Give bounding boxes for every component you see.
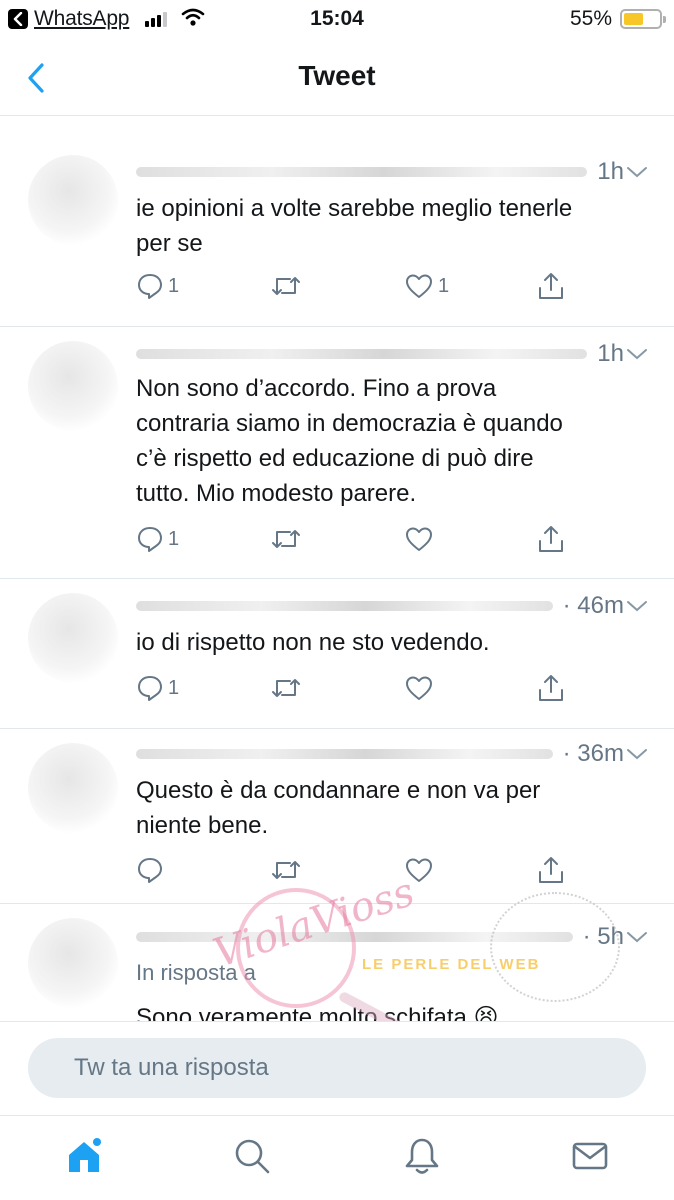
heart-icon: [406, 527, 432, 551]
tab-search[interactable]: [230, 1134, 274, 1178]
tweet-text-line: ie opinioni a volte sarebbe meglio tener…: [136, 195, 573, 222]
reply-input[interactable]: Tw ta una risposta: [28, 1038, 646, 1098]
tweet-time: · 46m: [562, 592, 624, 619]
tweet-reply[interactable]: · 36m Questo è da condannare e non va pe…: [0, 729, 674, 904]
tweet-text-line: c’è rispetto ed educazione di può dire: [136, 445, 534, 472]
tweet-text: io di rispetto non ne sto vedendo.: [136, 625, 644, 660]
heart-icon: [406, 858, 432, 882]
tweet-text-line: niente bene.: [136, 812, 269, 839]
like-button[interactable]: [404, 671, 434, 705]
tweet-time: 1h: [597, 340, 624, 367]
tab-notifications[interactable]: [400, 1134, 444, 1178]
wifi-icon: [181, 8, 205, 31]
reply-icon: [138, 274, 162, 299]
tweet-text-line: Sono veramente molto schifata 😫: [136, 1004, 499, 1021]
avatar[interactable]: [28, 341, 118, 431]
retweet-button[interactable]: [270, 269, 302, 303]
author-name-redacted: [136, 349, 588, 359]
reply-button[interactable]: 1: [136, 269, 179, 303]
share-button[interactable]: [536, 671, 566, 705]
tweet-time: 1h: [597, 158, 624, 185]
tab-messages[interactable]: [568, 1134, 612, 1178]
nav-bar: Tweet: [0, 40, 674, 116]
tweet-text-line: per se: [136, 230, 203, 257]
reply-button[interactable]: 1: [136, 671, 179, 705]
tweet-text-line: io di rispetto non ne sto vedendo.: [136, 629, 490, 656]
tweet-text: Sono veramente molto schifata 😫: [136, 1000, 644, 1021]
heart-icon: [406, 274, 432, 298]
tab-home[interactable]: [62, 1134, 106, 1178]
share-icon: [539, 675, 563, 701]
reply-to-label: In risposta a: [136, 960, 256, 985]
retweet-button[interactable]: [270, 522, 302, 556]
share-icon: [539, 526, 563, 552]
battery-percent: 55%: [569, 7, 612, 30]
tweet-options-chevron-icon[interactable]: [624, 341, 650, 367]
tweet-text-line: Non sono d’accordo. Fino a prova: [136, 375, 497, 402]
share-icon: [539, 273, 563, 299]
reply-icon: [138, 676, 162, 701]
retweet-button[interactable]: [270, 671, 302, 705]
page-title: Tweet: [298, 60, 376, 91]
tweet-text-line: tutto. Mio modesto parere.: [136, 480, 417, 507]
status-bar: WhatsApp 15:04 55%: [0, 0, 674, 40]
tweet-reply[interactable]: · 46m io di rispetto non ne sto vedendo.…: [0, 579, 674, 729]
battery-icon: [620, 9, 666, 29]
home-icon: [69, 1138, 101, 1172]
retweet-icon: [272, 530, 300, 548]
reply-button[interactable]: 1: [136, 522, 179, 556]
author-name-redacted: [136, 932, 573, 942]
tweet-time: · 36m: [562, 740, 624, 767]
like-button[interactable]: [404, 522, 434, 556]
tweet-reply[interactable]: 1h Non sono d’accordo. Fino a prova cont…: [0, 327, 674, 579]
reply-count: 1: [168, 676, 180, 699]
notifications-icon: [405, 1138, 439, 1174]
retweet-button[interactable]: [270, 853, 302, 887]
tweet-time: · 5h: [582, 923, 624, 950]
tweet-options-chevron-icon[interactable]: [624, 924, 650, 950]
tweet-options-chevron-icon[interactable]: [624, 593, 650, 619]
author-name-redacted: [136, 601, 553, 611]
back-app-name: WhatsApp: [34, 7, 130, 30]
reply-button[interactable]: [136, 853, 164, 887]
tweet-text: Non sono d’accordo. Fino a prova contrar…: [136, 371, 644, 511]
tweet-reply[interactable]: 1h ie opinioni a volte sarebbe meglio te…: [0, 117, 674, 327]
reply-icon: [138, 858, 162, 883]
like-count: 1: [438, 274, 450, 297]
reply-icon: [138, 527, 162, 552]
search-icon: [235, 1139, 270, 1174]
retweet-icon: [272, 679, 300, 697]
avatar[interactable]: [28, 155, 118, 245]
share-button[interactable]: [536, 269, 566, 303]
tweet-text: ie opinioni a volte sarebbe meglio tener…: [136, 191, 644, 261]
messages-icon: [572, 1142, 608, 1170]
tweet-options-chevron-icon[interactable]: [624, 741, 650, 767]
like-button[interactable]: [404, 853, 434, 887]
back-chevron-icon: [8, 9, 28, 29]
share-button[interactable]: [536, 522, 566, 556]
tweet-text: Questo è da condannare e non va per nien…: [136, 773, 644, 843]
author-name-redacted: [136, 167, 588, 177]
share-button[interactable]: [536, 853, 566, 887]
tweet-reply[interactable]: · 5h In risposta a Sono veramente molto …: [0, 904, 674, 1021]
compose-bar: Tw ta una risposta: [0, 1021, 674, 1115]
retweet-icon: [272, 277, 300, 295]
tab-bar: [0, 1115, 674, 1200]
back-to-app[interactable]: WhatsApp: [8, 7, 205, 31]
tweet-text-line: Questo è da condannare e non va per: [136, 777, 541, 804]
reply-count: 1: [168, 527, 180, 550]
reply-count: 1: [168, 274, 180, 297]
share-icon: [539, 857, 563, 883]
retweet-icon: [272, 861, 300, 879]
avatar[interactable]: [28, 918, 118, 1008]
tweet-options-chevron-icon[interactable]: [624, 159, 650, 185]
avatar[interactable]: [28, 743, 118, 833]
tweet-text-line: contraria siamo in democrazia è quando: [136, 410, 563, 437]
avatar[interactable]: [28, 593, 118, 683]
cellular-signal-icon: [145, 11, 168, 27]
like-button[interactable]: 1: [404, 269, 449, 303]
author-name-redacted: [136, 749, 553, 759]
heart-icon: [406, 676, 432, 700]
